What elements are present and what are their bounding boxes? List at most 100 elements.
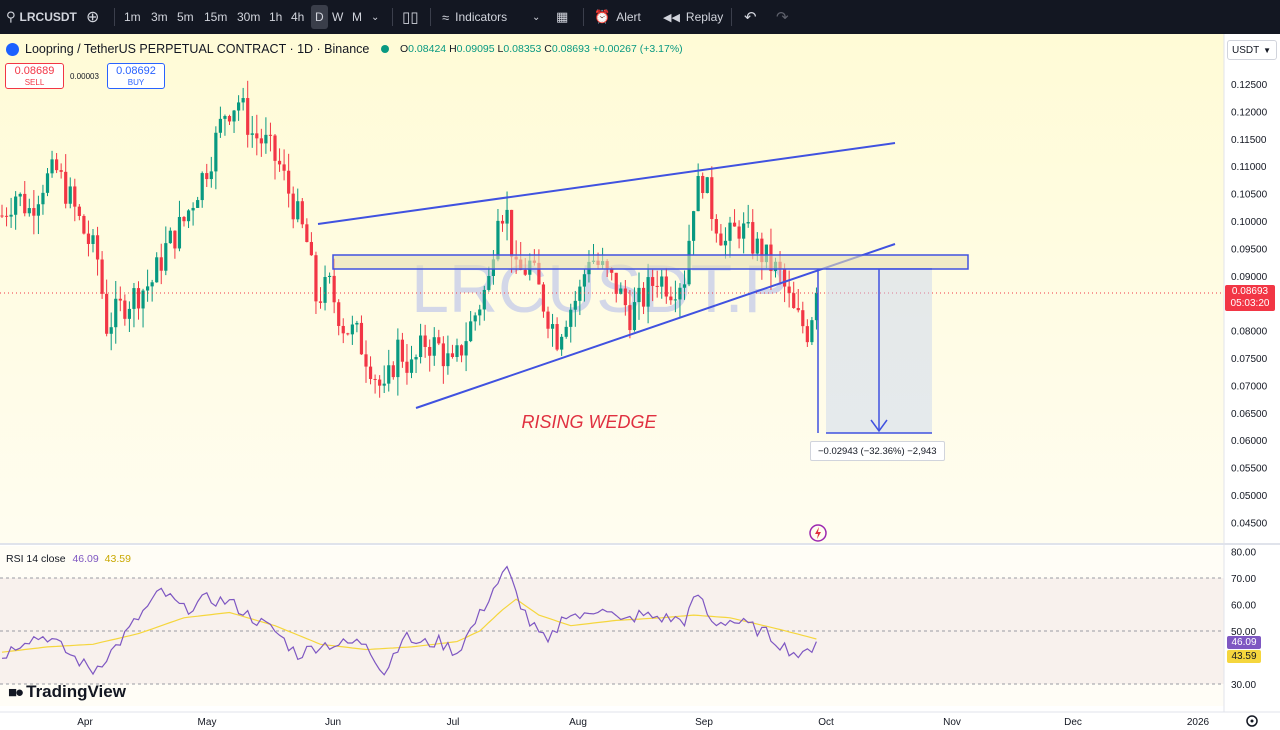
candle bbox=[82, 214, 86, 235]
interval-5m[interactable]: 5m bbox=[177, 0, 194, 34]
interval-15m[interactable]: 15m bbox=[204, 0, 227, 34]
resistance-zone-rectangle[interactable] bbox=[332, 254, 969, 270]
time-scale[interactable]: Apr May Jun Jul Aug Sep Oct Nov Dec 2026 bbox=[77, 717, 1209, 728]
rsi-title: RSI 14 close bbox=[6, 553, 66, 565]
price-tick-label: 0.10500 bbox=[1231, 190, 1268, 201]
market-status-dot-icon bbox=[381, 45, 390, 53]
replay-button[interactable]: ◀◀ Replay bbox=[663, 0, 723, 34]
interval-d[interactable]: D bbox=[311, 5, 328, 29]
candle bbox=[300, 197, 304, 229]
chart-legend-title[interactable]: Loopring / TetherUS PERPETUAL CONTRACT ·… bbox=[6, 42, 390, 56]
symbol-description: Loopring / TetherUS PERPETUAL CONTRACT ·… bbox=[25, 42, 370, 56]
measure-result-label[interactable]: −0.02943 (−32.36%) −2,943 bbox=[810, 441, 945, 461]
undo-icon[interactable]: ↶ bbox=[744, 0, 757, 34]
compare-add-icon[interactable]: ⊕ bbox=[86, 0, 99, 34]
price-tick-label: 0.09500 bbox=[1231, 244, 1268, 255]
time-tick-label: Jun bbox=[325, 717, 341, 728]
price-tick-label: 0.11500 bbox=[1231, 135, 1267, 146]
sell-price: 0.08689 bbox=[14, 65, 55, 77]
replay-label: Replay bbox=[685, 10, 724, 24]
chart-canvas[interactable]: LRCUSDT.P RISING WEDGE 0.125000.120000.1… bbox=[0, 34, 1280, 730]
last-price-value: 0.08693 bbox=[1231, 286, 1269, 297]
time-tick-label: 2026 bbox=[1187, 717, 1210, 728]
alert-label: Alert bbox=[616, 10, 641, 24]
price-tick-label: 0.05000 bbox=[1231, 491, 1268, 502]
time-tick-label: Sep bbox=[695, 717, 713, 728]
interval-1m[interactable]: 1m bbox=[124, 0, 141, 34]
change-value: +0.00267 (+3.17%) bbox=[592, 43, 683, 55]
interval-30m[interactable]: 30m bbox=[237, 0, 260, 34]
sell-label: SELL bbox=[24, 78, 45, 87]
bar-countdown: 05:03:20 bbox=[1230, 298, 1270, 309]
interval-4h[interactable]: 4h bbox=[291, 0, 304, 34]
time-tick-label: May bbox=[198, 717, 217, 728]
interval-w[interactable]: W bbox=[332, 0, 343, 34]
rsi-tick-label: 60.00 bbox=[1231, 601, 1256, 612]
indicators-label: Indicators bbox=[455, 10, 508, 24]
chevron-down-icon: ▼ bbox=[1263, 45, 1271, 55]
interval-1h[interactable]: 1h bbox=[269, 0, 282, 34]
rewind-icon: ◀◀ bbox=[663, 11, 680, 24]
top-toolbar: ⚲ LRCUSDT ⊕ 1m 3m 5m 15m 30m 1h 4h D W M… bbox=[0, 0, 1280, 34]
buy-button[interactable]: 0.08692 BUY bbox=[107, 63, 165, 89]
search-icon: ⚲ bbox=[6, 9, 16, 24]
buy-price: 0.08692 bbox=[116, 65, 156, 77]
tradingview-wordmark: TradingView bbox=[26, 682, 126, 701]
time-tick-label: Nov bbox=[943, 717, 961, 728]
rsi-value-tag: 46.09 bbox=[1227, 636, 1261, 649]
price-tick-label: 0.04500 bbox=[1231, 518, 1268, 529]
redo-icon[interactable]: ↷ bbox=[776, 0, 789, 34]
rsi-tick-label: 30.00 bbox=[1231, 680, 1256, 691]
currency-label: USDT bbox=[1232, 44, 1260, 56]
last-price-tag: 0.08693 05:03:20 bbox=[1225, 285, 1275, 311]
alert-button[interactable]: ⏰ Alert bbox=[594, 0, 641, 34]
rsi-value: 46.09 bbox=[72, 553, 99, 565]
currency-select[interactable]: USDT ▼ bbox=[1227, 40, 1277, 60]
price-tick-label: 0.11000 bbox=[1231, 162, 1267, 173]
time-tick-label: Jul bbox=[447, 717, 460, 728]
candle bbox=[705, 176, 709, 194]
buy-label: BUY bbox=[127, 78, 145, 87]
tradingview-icon: ■● bbox=[8, 683, 24, 701]
rising-wedge-label[interactable]: RISING WEDGE bbox=[521, 412, 657, 432]
open-value: 0.08424 bbox=[408, 43, 447, 55]
low-value: 0.08353 bbox=[503, 43, 542, 55]
rsi-ma-value: 43.59 bbox=[104, 553, 131, 565]
price-tick-label: 0.05500 bbox=[1231, 464, 1268, 475]
close-value: 0.08693 bbox=[551, 43, 590, 55]
rsi-ma-value-tag: 43.59 bbox=[1227, 650, 1261, 663]
price-tick-label: 0.06000 bbox=[1231, 436, 1268, 447]
rsi-tick-label: 80.00 bbox=[1231, 548, 1256, 559]
candle bbox=[810, 316, 814, 345]
price-tick-label: 0.12000 bbox=[1231, 107, 1268, 118]
price-tick-label: 0.07000 bbox=[1231, 381, 1268, 392]
price-tick-label: 0.06500 bbox=[1231, 409, 1268, 420]
price-tick-label: 0.07500 bbox=[1231, 354, 1268, 365]
price-tick-label: 0.12500 bbox=[1231, 80, 1268, 91]
high-value: 0.09095 bbox=[456, 43, 495, 55]
rsi-legend[interactable]: RSI 14 close 46.09 43.59 bbox=[6, 553, 131, 565]
price-tick-label: 0.09000 bbox=[1231, 272, 1268, 283]
indicators-button[interactable]: ≈ Indicators bbox=[442, 0, 507, 34]
time-tick-label: Dec bbox=[1064, 717, 1082, 728]
tradingview-logo[interactable]: ■● TradingView bbox=[8, 682, 126, 702]
symbol-label: LRCUSDT bbox=[19, 10, 77, 24]
candles-icon[interactable]: ▯▯ bbox=[402, 0, 419, 34]
time-tick-label: Aug bbox=[569, 717, 587, 728]
settings-gear-icon[interactable] bbox=[1246, 715, 1258, 727]
spread-value: 0.00003 bbox=[70, 72, 99, 81]
interval-3m[interactable]: 3m bbox=[151, 0, 168, 34]
time-tick-label: Apr bbox=[77, 717, 93, 728]
rsi-scale[interactable]: 80.0070.0060.0050.0030.00 bbox=[1231, 548, 1256, 692]
alarm-clock-icon: ⏰ bbox=[594, 9, 611, 24]
sell-button[interactable]: 0.08689 SELL bbox=[5, 63, 64, 89]
layouts-icon[interactable]: ▦ bbox=[556, 0, 568, 34]
ohlc-values: O0.08424 H0.09095 L0.08353 C0.08693 +0.0… bbox=[400, 43, 683, 55]
rsi-tick-label: 70.00 bbox=[1231, 574, 1256, 585]
loopring-logo-icon bbox=[6, 42, 19, 56]
indicators-icon: ≈ bbox=[442, 9, 450, 25]
chevron-down-icon[interactable]: ⌄ bbox=[532, 0, 540, 34]
interval-m[interactable]: M bbox=[352, 0, 362, 34]
chevron-down-icon[interactable]: ⌄ bbox=[371, 0, 379, 34]
symbol-search[interactable]: ⚲ LRCUSDT bbox=[6, 0, 77, 34]
